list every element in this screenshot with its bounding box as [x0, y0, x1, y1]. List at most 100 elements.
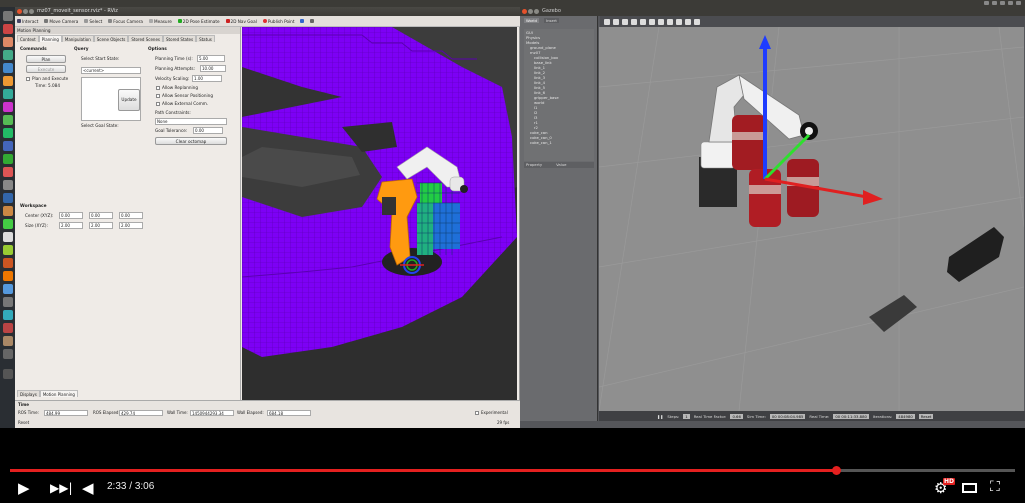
minimize-icon[interactable] [528, 9, 533, 14]
tab-insert[interactable]: Insert [544, 18, 559, 23]
launcher-app-icon[interactable] [3, 284, 13, 294]
center-z-input[interactable]: 0.00 [119, 212, 143, 219]
size-x-input[interactable]: 2.00 [59, 222, 83, 229]
update-button[interactable]: Update [118, 89, 140, 111]
launcher-app-icon[interactable] [3, 76, 13, 86]
scale-icon[interactable] [631, 18, 637, 25]
allow-sensor-positioning-checkbox[interactable] [156, 94, 160, 98]
launcher-app-icon[interactable] [3, 193, 13, 203]
close-icon[interactable] [522, 9, 527, 14]
directional-light-icon[interactable] [685, 18, 691, 25]
tab-manipulation[interactable]: Manipulation [61, 35, 94, 42]
arrow-icon[interactable] [604, 18, 610, 25]
launcher-app-icon[interactable] [3, 245, 13, 255]
experimental-checkbox[interactable] [475, 411, 479, 415]
center-x-input[interactable]: 0.00 [59, 212, 83, 219]
size-y-input[interactable]: 2.00 [89, 222, 113, 229]
gazebo-3d-view[interactable] [599, 27, 1024, 411]
sphere-icon[interactable] [649, 18, 655, 25]
steps-input[interactable]: 1 [683, 413, 690, 419]
launcher-app-icon[interactable] [3, 206, 13, 216]
add-tool-button[interactable] [300, 19, 305, 23]
theater-mode-icon[interactable] [962, 483, 977, 493]
world-tree[interactable]: GUI Physics Models ground_plane mz07 col… [524, 29, 594, 161]
rviz-3d-view[interactable] [242, 27, 517, 405]
size-z-input[interactable]: 2.00 [119, 222, 143, 229]
progress-bar[interactable] [10, 466, 1015, 475]
launcher-app-icon[interactable] [3, 37, 13, 47]
reset-button[interactable]: Reset [18, 420, 29, 425]
tab-world[interactable]: World [524, 18, 539, 23]
rotate-icon[interactable] [622, 18, 628, 25]
launcher-app-icon[interactable] [3, 271, 13, 281]
pose-estimate-tool[interactable]: 2D Pose Estimate [177, 19, 220, 24]
center-y-input[interactable]: 0.00 [89, 212, 113, 219]
translate-icon[interactable] [613, 18, 619, 25]
clear-octomap-button[interactable]: Clear octomap [155, 137, 227, 145]
plan-execute-checkbox[interactable] [26, 77, 30, 81]
rviz-title-bar[interactable]: mz07_moveit_sensor.rviz* - RViz [15, 7, 520, 16]
tree-item[interactable]: coke_can_1 [530, 140, 552, 145]
spot-light-icon[interactable] [676, 18, 682, 25]
start-state-select[interactable]: <current> [81, 67, 141, 74]
maximize-icon[interactable] [534, 9, 539, 14]
execute-button[interactable]: Execute [26, 65, 66, 73]
move-camera-tool[interactable]: Move Camera [44, 19, 78, 24]
power-icon[interactable] [1016, 1, 1021, 5]
remove-tool-button[interactable] [310, 19, 315, 23]
system-tray[interactable] [984, 1, 1021, 5]
clock-icon[interactable] [1008, 1, 1013, 5]
launcher-app-icon[interactable] [3, 63, 13, 73]
reset-button[interactable]: Reset [918, 413, 934, 419]
focus-camera-tool[interactable]: Focus Camera [108, 19, 143, 24]
launcher-app-icon[interactable] [3, 310, 13, 320]
tab-context[interactable]: Context [17, 35, 39, 42]
interact-tool[interactable]: Interact [17, 19, 38, 24]
cylinder-icon[interactable] [658, 18, 664, 25]
trash-icon[interactable] [3, 369, 13, 379]
launcher-app-icon[interactable] [3, 323, 13, 333]
launcher-app-icon[interactable] [3, 258, 13, 268]
nav-goal-tool[interactable]: 2D Nav Goal [225, 19, 257, 24]
pause-icon[interactable]: ❚❚ [657, 414, 663, 419]
launcher-app-icon[interactable] [3, 115, 13, 125]
allow-external-comm-checkbox[interactable] [156, 102, 160, 106]
launcher-app-icon[interactable] [3, 167, 13, 177]
tab-planning[interactable]: Planning [38, 35, 62, 42]
gazebo-title-bar[interactable]: Gazebo [520, 7, 1025, 16]
publish-point-tool[interactable]: Publish Point [262, 19, 294, 24]
battery-icon[interactable] [1000, 1, 1005, 5]
launcher-app-icon[interactable] [3, 349, 13, 359]
launcher-app-icon[interactable] [3, 50, 13, 60]
launcher-app-icon[interactable] [3, 128, 13, 138]
launcher-app-icon[interactable] [3, 297, 13, 307]
launcher-app-icon[interactable] [3, 336, 13, 346]
launcher-app-icon[interactable] [3, 89, 13, 99]
planning-time-input[interactable]: 5.00 [197, 55, 225, 62]
launcher-app-icon[interactable] [3, 102, 13, 112]
play-icon[interactable]: ▶ [18, 479, 30, 497]
light-icon[interactable] [667, 18, 673, 25]
goal-tolerance-input[interactable]: 0.00 [193, 127, 223, 134]
velocity-scaling-input[interactable]: 1.00 [192, 75, 222, 82]
tab-motion-planning[interactable]: Motion Planning [39, 390, 78, 397]
box-icon[interactable] [640, 18, 646, 25]
tab-scene-objects[interactable]: Scene Objects [93, 35, 129, 42]
path-constraints-select[interactable]: None [155, 118, 227, 125]
maximize-icon[interactable] [29, 9, 34, 14]
next-icon[interactable]: ▶▶| [50, 479, 73, 497]
plan-button[interactable]: Plan [26, 55, 66, 63]
screenshot-icon[interactable] [694, 18, 700, 25]
volume-icon[interactable] [992, 1, 997, 5]
scrubber-handle[interactable] [832, 466, 842, 475]
tab-stored-states[interactable]: Stored States [163, 35, 197, 42]
planning-attempts-input[interactable]: 10.00 [200, 65, 226, 72]
allow-replanning-checkbox[interactable] [156, 86, 160, 90]
tab-displays[interactable]: Displays [17, 390, 40, 397]
fullscreen-icon[interactable]: ⛶ [990, 478, 1000, 496]
launcher-app-icon[interactable] [3, 24, 13, 34]
volume-icon[interactable]: ◀ [82, 479, 94, 497]
network-icon[interactable] [984, 1, 989, 5]
minimize-icon[interactable] [23, 9, 28, 14]
launcher-app-icon[interactable] [3, 219, 13, 229]
